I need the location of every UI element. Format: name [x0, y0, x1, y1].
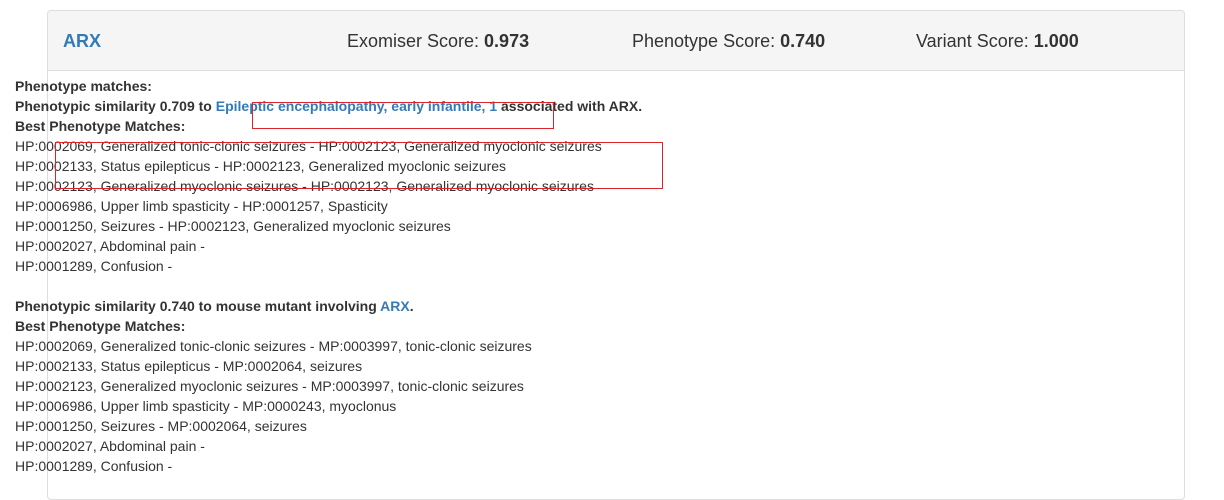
mouse-similarity-prefix: Phenotypic similarity 0.740 to mouse mut…	[15, 298, 381, 314]
mouse-best-matches-heading: Best Phenotype Matches:	[15, 318, 186, 334]
human-match-row: HP:0002123, Generalized myoclonic seizur…	[15, 178, 594, 194]
phenotype-score-value: 0.740	[780, 31, 826, 51]
gene-link[interactable]: ARX	[63, 30, 101, 52]
mouse-match-row: HP:0006986, Upper limb spasticity - MP:0…	[15, 398, 397, 414]
mouse-similarity-suffix: .	[409, 298, 414, 314]
mouse-match-row: HP:0001289, Confusion -	[15, 458, 173, 474]
human-match-row: HP:0006986, Upper limb spasticity - HP:0…	[15, 198, 388, 214]
human-match-row: HP:0002027, Abdominal pain -	[15, 238, 205, 254]
mouse-gene-link[interactable]: ARX	[380, 298, 410, 314]
human-match-row: HP:0002133, Status epilepticus - HP:0002…	[15, 158, 507, 174]
disease-link[interactable]: Epileptic encephalopathy, early infantil…	[216, 98, 497, 114]
human-similarity-line: Phenotypic similarity 0.709 to Epileptic…	[15, 96, 1115, 116]
human-match-row: HP:0001250, Seizures - HP:0002123, Gener…	[15, 218, 451, 234]
mouse-match-row: HP:0002069, Generalized tonic-clonic sei…	[15, 338, 532, 354]
phenotype-matches-body: Phenotype matches: Phenotypic similarity…	[15, 76, 1115, 476]
phenotype-matches-heading: Phenotype matches:	[15, 78, 152, 94]
phenotype-score: Phenotype Score: 0.740	[632, 30, 825, 52]
exomiser-score-label: Exomiser Score:	[347, 31, 485, 51]
mouse-match-row: HP:0002027, Abdominal pain -	[15, 438, 205, 454]
gene-panel-heading: ARX Exomiser Score: 0.973 Phenotype Scor…	[48, 11, 1184, 71]
human-best-matches-heading: Best Phenotype Matches:	[15, 118, 186, 134]
variant-score: Variant Score: 1.000	[916, 30, 1079, 52]
mouse-match-row: HP:0002133, Status epilepticus - MP:0002…	[15, 358, 363, 374]
human-match-row: HP:0002069, Generalized tonic-clonic sei…	[15, 138, 602, 154]
phenotype-score-label: Phenotype Score:	[632, 31, 781, 51]
mouse-similarity-line: Phenotypic similarity 0.740 to mouse mut…	[15, 296, 1115, 316]
variant-score-label: Variant Score:	[916, 31, 1034, 51]
human-similarity-suffix: associated with ARX.	[497, 98, 643, 114]
mouse-match-row: HP:0001250, Seizures - MP:0002064, seizu…	[15, 418, 307, 434]
human-similarity-prefix: Phenotypic similarity 0.709 to	[15, 98, 216, 114]
mouse-match-row: HP:0002123, Generalized myoclonic seizur…	[15, 378, 524, 394]
exomiser-score-value: 0.973	[484, 31, 530, 51]
exomiser-score: Exomiser Score: 0.973	[347, 30, 529, 52]
variant-score-value: 1.000	[1033, 31, 1079, 51]
human-match-row: HP:0001289, Confusion -	[15, 258, 173, 274]
